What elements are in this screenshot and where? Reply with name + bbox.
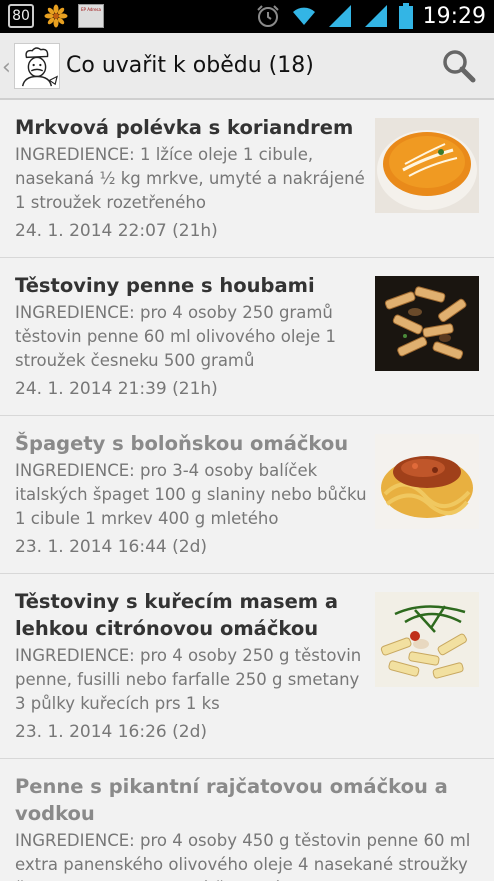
spaghetti-bolognese-image xyxy=(375,434,479,529)
recipe-list-item[interactable]: Špagety s boloňskou omáčkou INGREDIENCE:… xyxy=(0,416,494,574)
carrot-soup-image xyxy=(375,118,479,213)
signal-icon-2 xyxy=(364,5,387,27)
penne-mushrooms-image xyxy=(375,276,479,371)
recipe-ingredients-preview: INGREDIENCE: pro 4 osoby 450 g těstovin … xyxy=(15,831,471,881)
clock-time: 19:29 xyxy=(422,3,486,29)
chef-logo-icon[interactable] xyxy=(14,43,60,89)
recipe-date: 23. 1. 2014 16:44 (2d) xyxy=(15,537,207,557)
page-title: Co uvařit k obědu (18) xyxy=(66,53,314,78)
thumbnail-text: EP Adresa xyxy=(81,7,101,12)
action-bar: ‹ Co uvařit k obědu (18) xyxy=(0,33,494,100)
signal-icon xyxy=(328,5,351,27)
recipe-list-item[interactable]: Mrkvová polévka s koriandrem INGREDIENCE… xyxy=(0,100,494,258)
recipe-title: Penne s pikantní rajčatovou omáčkou a vo… xyxy=(15,775,448,825)
recipe-title: Mrkvová polévka s koriandrem xyxy=(15,116,354,139)
recipe-ingredients-preview: INGREDIENCE: pro 4 osoby 250 g těstovin … xyxy=(15,646,362,713)
flower-notification-icon xyxy=(44,4,68,28)
recipe-date: 23. 1. 2014 16:26 (2d) xyxy=(15,722,207,742)
pasta-chicken-lemon-image xyxy=(375,592,479,687)
recipe-ingredients-preview: INGREDIENCE: pro 4 osoby 250 gramů těsto… xyxy=(15,303,337,370)
recipe-date: 24. 1. 2014 22:07 (21h) xyxy=(15,221,218,241)
recipe-list-item[interactable]: Penne s pikantní rajčatovou omáčkou a vo… xyxy=(0,759,494,881)
recipe-title: Těstoviny s kuřecím masem a lehkou citró… xyxy=(15,590,339,640)
recipe-list: Mrkvová polévka s koriandrem INGREDIENCE… xyxy=(0,100,494,881)
recipe-date: 24. 1. 2014 21:39 (21h) xyxy=(15,379,218,399)
alarm-icon xyxy=(256,5,279,27)
recipe-title: Těstoviny penne s houbami xyxy=(15,274,315,297)
recipe-ingredients-preview: INGREDIENCE: 1 lžíce oleje 1 cibule, nas… xyxy=(15,145,365,212)
up-navigation-icon[interactable]: ‹ xyxy=(2,55,11,80)
notification-count-badge: 80 xyxy=(8,4,34,28)
app-notification-thumbnail-icon: EP Adresa xyxy=(78,4,104,28)
recipe-title: Špagety s boloňskou omáčkou xyxy=(15,432,349,455)
search-icon[interactable] xyxy=(438,45,480,87)
battery-icon xyxy=(398,3,413,29)
recipe-list-item[interactable]: Těstoviny s kuřecím masem a lehkou citró… xyxy=(0,574,494,759)
wifi-icon xyxy=(292,7,315,25)
recipe-ingredients-preview: INGREDIENCE: pro 3-4 osoby balíček itals… xyxy=(15,461,367,528)
status-bar: 80 EP Adresa 19:29 xyxy=(0,0,494,33)
recipe-list-item[interactable]: Těstoviny penne s houbami INGREDIENCE: p… xyxy=(0,258,494,416)
